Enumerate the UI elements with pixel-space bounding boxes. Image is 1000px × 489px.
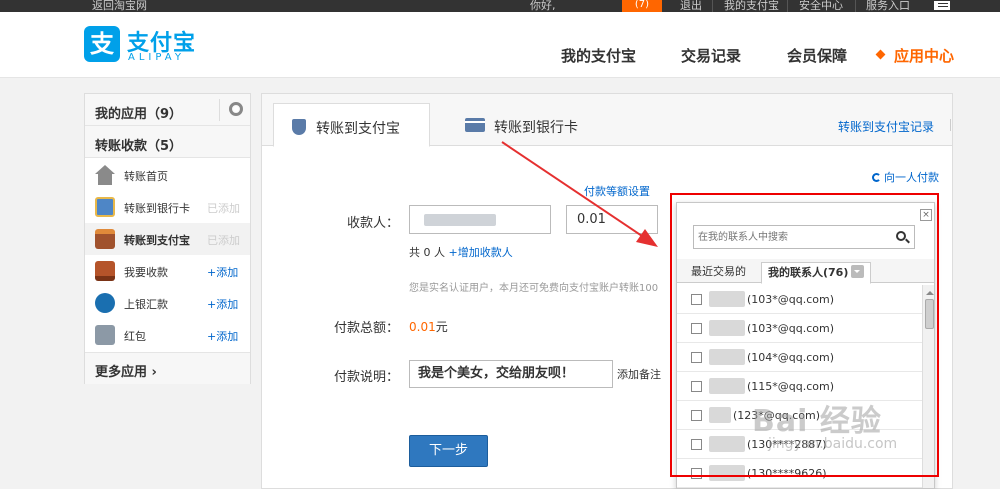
baidu-watermark-logo: Bai 经验 [752, 404, 882, 439]
baidu-watermark-url: jingyan.baidu.com [768, 436, 898, 452]
